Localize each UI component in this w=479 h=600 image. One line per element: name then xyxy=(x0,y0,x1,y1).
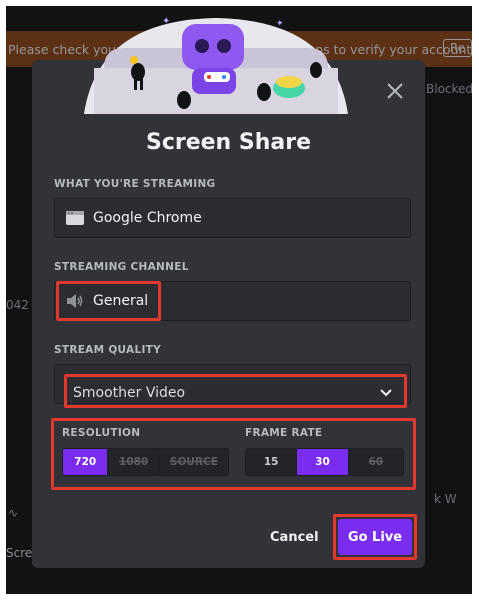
framerate-option-15[interactable]: 15 xyxy=(246,449,298,475)
cancel-button[interactable]: Cancel xyxy=(270,530,319,545)
browser-window-icon xyxy=(66,211,84,225)
quality-section-label: STREAM QUALITY xyxy=(54,344,162,356)
resolution-option-720[interactable]: 720 xyxy=(63,449,109,475)
framerate-label: FRAME RATE xyxy=(245,427,323,439)
channel-section-label: STREAMING CHANNEL xyxy=(54,261,189,273)
streaming-app-name: Google Chrome xyxy=(93,210,202,226)
background-number: 042 xyxy=(6,298,29,312)
background-wave-icon: ∿ xyxy=(8,506,19,520)
svg-text:✦: ✦ xyxy=(162,16,170,27)
framerate-option-60[interactable]: 60 xyxy=(349,449,403,475)
channel-highlight-box xyxy=(56,281,161,321)
banner-button[interactable]: Re xyxy=(442,39,472,57)
svg-text:✦: ✦ xyxy=(276,19,284,29)
streaming-source-field[interactable]: Google Chrome xyxy=(54,198,411,238)
go-live-highlight-box xyxy=(333,514,417,560)
streaming-section-label: WHAT YOU'RE STREAMING xyxy=(54,178,216,190)
resolution-selector: 720 1080 SOURCE xyxy=(62,448,229,476)
modal-title: Screen Share xyxy=(145,130,312,155)
stream-illustration: ✦ ✦ xyxy=(84,16,348,114)
resolution-option-source[interactable]: SOURCE xyxy=(160,449,228,475)
close-icon[interactable] xyxy=(386,82,404,100)
quality-highlight-box xyxy=(64,374,407,408)
framerate-selector: 15 30 60 xyxy=(245,448,404,476)
framerate-option-30[interactable]: 30 xyxy=(297,449,349,475)
resolution-option-1080[interactable]: 1080 xyxy=(108,449,160,475)
background-right-label: k W xyxy=(434,492,457,506)
resolution-label: RESOLUTION xyxy=(62,427,141,439)
blocked-tab-label[interactable]: Blocked xyxy=(426,82,472,96)
